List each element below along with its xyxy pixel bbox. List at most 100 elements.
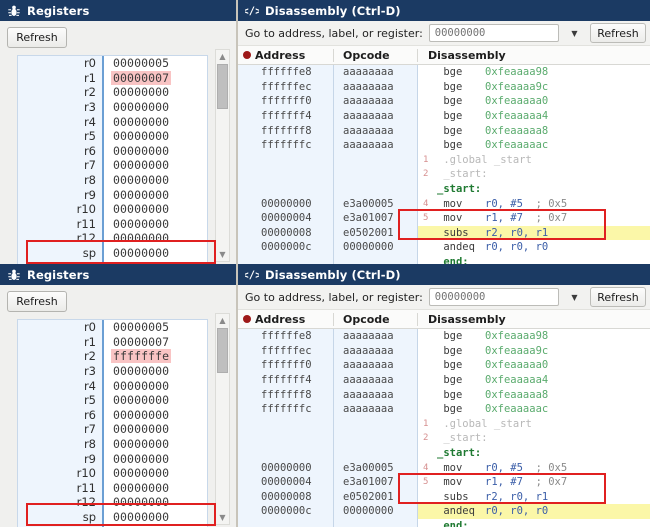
disassembly-row[interactable]: 00000008 e0502001 subs r2, r0, r1 — [238, 225, 650, 241]
disassembly-rows-bottom[interactable]: ffffffe8 aaaaaaaa bge 0xfeaaaa98 ffffffec aa… — [238, 329, 650, 527]
register-value-cell[interactable]: 00000000 — [102, 114, 207, 129]
register-value-cell[interactable]: 00000000 — [102, 187, 207, 202]
breakpoint-cell[interactable] — [238, 401, 255, 417]
scroll-down-icon[interactable]: ▼ — [216, 511, 229, 524]
register-row[interactable]: r11 00000000 — [18, 216, 207, 232]
register-row[interactable]: r10 00000000 — [18, 465, 207, 481]
disassembly-row[interactable]: _end: — [238, 518, 650, 527]
register-row[interactable]: r1 00000007 — [18, 334, 207, 350]
register-value-cell[interactable]: 00000005 — [102, 56, 207, 71]
breakpoint-cell[interactable] — [238, 152, 255, 168]
breakpoint-cell[interactable] — [238, 489, 255, 505]
register-value-cell[interactable]: 00000000 — [102, 392, 207, 408]
disassembly-row[interactable]: 00000004 e3a01007 5 mov r1, #7 ; 0x7 — [238, 474, 650, 490]
register-value-cell[interactable]: 00000000 — [102, 465, 207, 481]
breakpoint-icon[interactable] — [242, 315, 251, 323]
register-value-cell[interactable]: 00000000 — [102, 422, 207, 437]
register-row[interactable]: r8 00000000 — [18, 172, 207, 188]
disassembly-row[interactable]: fffffffc aaaaaaaa bge 0xfeaaaaac — [238, 137, 650, 153]
disassembly-refresh-button-bottom[interactable]: Refresh — [590, 287, 646, 307]
breakpoint-cell[interactable] — [238, 416, 255, 432]
breakpoint-cell[interactable] — [238, 329, 255, 344]
register-row[interactable]: sp 00000000 — [18, 245, 207, 261]
disassembly-refresh-button-top[interactable]: Refresh — [590, 23, 646, 43]
register-value-cell[interactable]: 00000000 — [102, 158, 207, 173]
disassembly-row[interactable]: fffffff8 aaaaaaaa bge 0xfeaaaaa8 — [238, 123, 650, 138]
breakpoint-cell[interactable] — [238, 518, 255, 527]
register-row[interactable]: r6 00000000 — [18, 407, 207, 423]
registers-refresh-button-top[interactable]: Refresh — [7, 27, 67, 48]
column-header-opcode[interactable]: Opcode — [333, 48, 417, 62]
register-value-cell[interactable]: 00000000 — [102, 128, 207, 144]
scrollbar-thumb[interactable] — [217, 328, 228, 373]
register-row[interactable]: sp 00000000 — [18, 509, 207, 525]
register-row[interactable]: r5 00000000 — [18, 392, 207, 408]
register-value-cell[interactable]: 00000000 — [102, 436, 207, 452]
register-value-cell[interactable]: 00000000 — [102, 231, 207, 246]
disassembly-row[interactable]: fffffffc aaaaaaaa bge 0xfeaaaaac — [238, 401, 650, 417]
disassembly-row[interactable]: fffffff0 aaaaaaaa bge 0xfeaaaaa0 — [238, 358, 650, 373]
register-row[interactable]: r7 00000000 — [18, 422, 207, 437]
register-row[interactable]: r4 00000000 — [18, 378, 207, 393]
disassembly-row[interactable]: fffffff4 aaaaaaaa bge 0xfeaaaaa4 — [238, 108, 650, 124]
column-header-opcode[interactable]: Opcode — [333, 312, 417, 326]
column-header-address[interactable]: Address — [255, 313, 333, 326]
disassembly-row[interactable]: _start: — [238, 445, 650, 461]
disassembly-row[interactable]: 00000000 e3a00005 4 mov r0, #5 ; 0x5 — [238, 460, 650, 475]
register-row[interactable]: r8 00000000 — [18, 436, 207, 452]
register-value-cell[interactable]: 00000000 — [102, 378, 207, 393]
register-value-cell[interactable]: 00000000 — [102, 245, 207, 261]
register-row[interactable]: r0 00000005 — [18, 56, 207, 71]
register-row[interactable]: r2 00000000 — [18, 85, 207, 100]
disassembly-row[interactable]: ffffffec aaaaaaaa bge 0xfeaaaa9c — [238, 343, 650, 359]
disassembly-row[interactable]: 00000000 e3a00005 4 mov r0, #5 ; 0x5 — [238, 196, 650, 211]
chevron-down-icon[interactable]: ▼ — [565, 288, 584, 306]
breakpoint-cell[interactable] — [238, 196, 255, 211]
register-value-cell[interactable]: 00000000 — [102, 99, 207, 115]
breakpoint-cell[interactable] — [238, 225, 255, 241]
column-header-disassembly[interactable]: Disassembly — [417, 48, 650, 62]
scroll-down-icon[interactable]: ▼ — [216, 248, 229, 261]
register-value-cell[interactable]: 00000005 — [102, 320, 207, 335]
goto-address-input[interactable]: 00000000 — [428, 288, 559, 306]
disassembly-row[interactable]: 0000000c 00000000 andeq r0, r0, r0 — [238, 504, 650, 519]
disassembly-row[interactable]: ffffffec aaaaaaaa bge 0xfeaaaa9c — [238, 79, 650, 95]
disassembly-row[interactable]: 1 .global _start — [238, 152, 650, 168]
register-value-cell[interactable]: 00000000 — [102, 407, 207, 423]
breakpoint-cell[interactable] — [238, 108, 255, 124]
vertical-splitter[interactable] — [236, 0, 238, 527]
column-header-disassembly[interactable]: Disassembly — [417, 312, 650, 326]
column-header-address[interactable]: Address — [255, 49, 333, 62]
breakpoint-cell[interactable] — [238, 65, 255, 80]
register-value-cell[interactable]: 00000000 — [102, 143, 207, 159]
breakpoint-cell[interactable] — [238, 372, 255, 388]
breakpoint-cell[interactable] — [238, 504, 255, 519]
register-row[interactable]: r9 00000000 — [18, 187, 207, 202]
breakpoint-cell[interactable] — [238, 181, 255, 197]
disassembly-row[interactable]: fffffff4 aaaaaaaa bge 0xfeaaaaa4 — [238, 372, 650, 388]
registers-scrollbar-bottom[interactable]: ▲ ▼ — [215, 313, 230, 525]
register-value-cell[interactable]: 00000000 — [102, 495, 207, 510]
disassembly-rows-top[interactable]: ffffffe8 aaaaaaaa bge 0xfeaaaa98 ffffffec aa… — [238, 65, 650, 264]
scroll-up-icon[interactable]: ▲ — [216, 314, 229, 327]
breakpoint-cell[interactable] — [238, 445, 255, 461]
registers-refresh-button-bottom[interactable]: Refresh — [7, 291, 67, 312]
registers-list-top[interactable]: r0 00000005 r1 00000007 r2 00000000 r3 00000000… — [17, 55, 208, 264]
register-value-cell[interactable]: 00000000 — [102, 480, 207, 496]
register-row[interactable]: r0 00000005 — [18, 320, 207, 335]
register-value-cell[interactable]: 00000000 — [102, 451, 207, 466]
register-value-cell[interactable]: 00000000 — [102, 216, 207, 232]
goto-address-input[interactable]: 00000000 — [428, 24, 559, 42]
disassembly-row[interactable]: 00000004 e3a01007 5 mov r1, #7 ; 0x7 — [238, 210, 650, 226]
disassembly-row[interactable]: ffffffe8 aaaaaaaa bge 0xfeaaaa98 — [238, 65, 650, 80]
disassembly-row[interactable]: _start: — [238, 181, 650, 197]
register-value-cell[interactable]: fffffffe — [102, 349, 207, 364]
disassembly-row[interactable]: fffffff8 aaaaaaaa bge 0xfeaaaaa8 — [238, 387, 650, 402]
register-value-cell[interactable]: 00000007 — [102, 70, 207, 86]
register-value-cell[interactable]: 00000007 — [102, 334, 207, 350]
breakpoint-cell[interactable] — [238, 254, 255, 264]
chevron-down-icon[interactable]: ▼ — [565, 24, 584, 42]
scrollbar-thumb[interactable] — [217, 64, 228, 109]
breakpoint-cell[interactable] — [238, 431, 255, 446]
breakpoint-cell[interactable] — [238, 167, 255, 182]
